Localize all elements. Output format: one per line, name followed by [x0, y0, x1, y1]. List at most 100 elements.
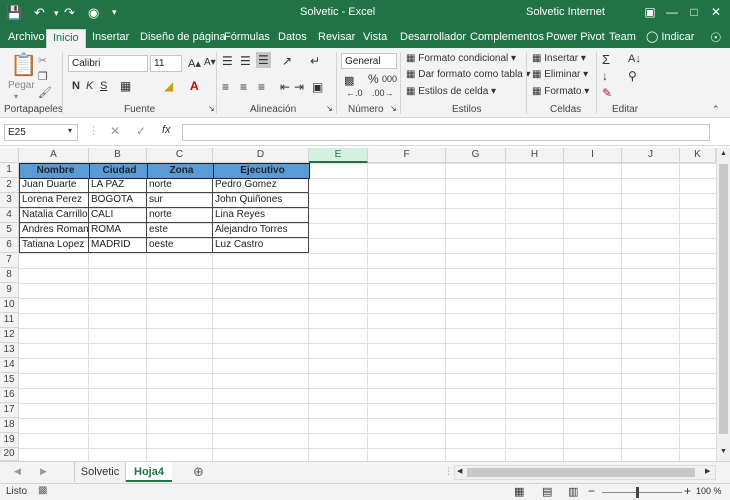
delete-cells-button[interactable]: ▦ Eliminar ▾	[532, 69, 588, 80]
table-header-cell[interactable]: Ejecutivo	[213, 163, 310, 179]
tab-formulas[interactable]: Fórmulas	[218, 29, 276, 48]
table-cell[interactable]: norte	[147, 178, 213, 193]
row-header[interactable]: 11	[0, 313, 19, 328]
copy-icon[interactable]: ❐	[38, 70, 48, 83]
row-header[interactable]: 10	[0, 298, 19, 313]
table-cell[interactable]: BOGOTA	[89, 193, 147, 208]
tab-team[interactable]: Team	[603, 29, 642, 48]
align-bottom-icon[interactable]: ☰	[256, 52, 271, 68]
undo-dropdown-icon[interactable]: ▾	[54, 8, 59, 19]
zoom-level[interactable]: 100 %	[696, 486, 722, 496]
align-top-icon[interactable]: ☰	[222, 54, 233, 68]
font-color-icon[interactable]: A	[190, 79, 199, 93]
tab-power-pivot[interactable]: Power Pivot	[540, 29, 611, 48]
clear-icon[interactable]: ✎	[602, 86, 612, 100]
bold-button[interactable]: N	[72, 80, 80, 92]
enter-icon[interactable]: ✓	[136, 124, 146, 138]
tab-datos[interactable]: Datos	[272, 29, 313, 48]
font-name-box[interactable]: Calibri	[68, 55, 148, 72]
undo-icon[interactable]: ↶	[34, 5, 45, 21]
scroll-down-icon[interactable]: ▼	[720, 448, 727, 455]
align-center-icon[interactable]: ≡	[240, 80, 247, 94]
row-header[interactable]: 1	[0, 163, 19, 178]
orientation-icon[interactable]: ↗	[282, 54, 292, 68]
paste-icon[interactable]: 📋	[10, 52, 37, 78]
ribbon-display-icon[interactable]: ▣	[640, 3, 660, 21]
add-sheet-icon[interactable]: ⊕	[193, 464, 204, 480]
sheet-tab-solvetic[interactable]: Solvetic	[74, 462, 126, 482]
column-header[interactable]: B	[89, 148, 147, 163]
table-cell[interactable]: norte	[147, 208, 213, 223]
collapse-ribbon-icon[interactable]: ⌃	[712, 104, 720, 115]
column-header-selected[interactable]: E	[309, 148, 368, 163]
font-dialog-icon[interactable]: ↘	[208, 104, 215, 113]
zoom-slider[interactable]	[602, 492, 682, 493]
format-painter-icon[interactable]: 🖌	[38, 86, 52, 99]
row-header[interactable]: 6	[0, 238, 19, 253]
zoom-in-icon[interactable]: +	[684, 484, 691, 498]
find-select-icon[interactable]: ⚲	[628, 69, 637, 83]
table-cell[interactable]: Alejandro Torres	[213, 223, 309, 238]
row-header[interactable]: 13	[0, 343, 19, 358]
tell-me[interactable]: ◯ Indicar	[640, 29, 700, 48]
row-header[interactable]: 20	[0, 448, 19, 461]
normal-view-icon[interactable]: ▦	[514, 485, 524, 498]
font-size-box[interactable]: 11	[150, 55, 182, 72]
formula-input[interactable]	[182, 124, 710, 141]
table-cell[interactable]: Tatiana Lopez	[19, 238, 89, 253]
next-sheet-icon[interactable]: ▶	[40, 466, 47, 477]
row-header[interactable]: 3	[0, 193, 19, 208]
customize-quick-access-icon[interactable]: ▾	[112, 7, 117, 18]
borders-icon[interactable]: ▦	[120, 79, 131, 93]
vertical-scroll-thumb[interactable]	[719, 164, 728, 434]
tab-desarrollador[interactable]: Desarrollador	[394, 29, 472, 48]
row-header[interactable]: 17	[0, 403, 19, 418]
horizontal-scrollbar[interactable]: ◀ ▶	[454, 465, 716, 480]
table-cell[interactable]: oeste	[147, 238, 213, 253]
table-cell[interactable]: ROMA	[89, 223, 147, 238]
format-as-table-button[interactable]: ▦ Dar formato como tabla ▾	[406, 69, 531, 80]
row-header[interactable]: 9	[0, 283, 19, 298]
row-header[interactable]: 8	[0, 268, 19, 283]
indent-increase-icon[interactable]: ⇥	[294, 80, 304, 94]
number-dialog-icon[interactable]: ↘	[390, 104, 397, 113]
column-header[interactable]: C	[147, 148, 213, 163]
table-cell[interactable]: CALI	[89, 208, 147, 223]
row-header[interactable]: 19	[0, 433, 19, 448]
tab-vista[interactable]: Vista	[357, 29, 393, 48]
row-header[interactable]: 5	[0, 223, 19, 238]
column-header[interactable]: F	[368, 148, 446, 163]
macro-record-icon[interactable]: ▩	[38, 485, 47, 496]
wrap-text-icon[interactable]: ↵	[310, 54, 320, 68]
table-cell[interactable]: Pedro Gomez	[213, 178, 309, 193]
number-format-box[interactable]: General	[341, 53, 397, 69]
maximize-icon[interactable]: □	[684, 3, 704, 21]
row-header[interactable]: 14	[0, 358, 19, 373]
cut-icon[interactable]: ✂	[38, 54, 47, 67]
align-right-icon[interactable]: ≡	[258, 80, 265, 94]
column-header[interactable]: G	[446, 148, 506, 163]
row-header[interactable]: 16	[0, 388, 19, 403]
column-header[interactable]: J	[622, 148, 680, 163]
increase-decimal-icon[interactable]: ←.0	[346, 88, 363, 98]
cancel-icon[interactable]: ✕	[110, 124, 120, 138]
select-all-corner[interactable]	[0, 148, 19, 163]
table-header-cell[interactable]: Zona	[147, 163, 214, 179]
paste-dropdown-icon[interactable]: ▾	[14, 92, 18, 101]
thousands-button[interactable]: 000	[382, 74, 397, 84]
tab-inicio[interactable]: Inicio	[46, 29, 86, 48]
tab-diseno-pagina[interactable]: Diseño de página	[134, 29, 232, 48]
align-left-icon[interactable]: ≡	[222, 80, 229, 94]
italic-button[interactable]: K	[86, 80, 93, 92]
table-cell[interactable]: MADRID	[89, 238, 147, 253]
row-header[interactable]: 4	[0, 208, 19, 223]
alignment-dialog-icon[interactable]: ↘	[326, 104, 333, 113]
column-header[interactable]: K	[680, 148, 716, 163]
tab-insertar[interactable]: Insertar	[86, 29, 135, 48]
paste-button-label[interactable]: Pegar	[8, 80, 35, 91]
align-middle-icon[interactable]: ☰	[240, 54, 251, 68]
zoom-out-icon[interactable]: −	[588, 484, 595, 498]
zoom-slider-thumb[interactable]	[636, 487, 639, 498]
table-cell[interactable]: Juan Duarte	[19, 178, 89, 193]
row-header[interactable]: 7	[0, 253, 19, 268]
